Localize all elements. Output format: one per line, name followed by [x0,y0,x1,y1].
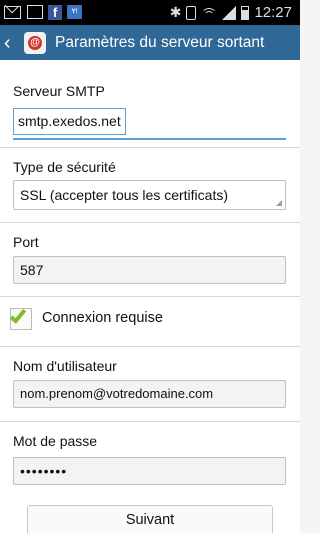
security-type-label: Type de sécurité [13,159,116,175]
username-label: Nom d'utilisateur [13,358,117,374]
signal-icon [222,5,237,20]
mail-icon [4,6,21,19]
divider [0,147,300,148]
security-type-value: SSL (accepter tous les certificats) [20,187,229,203]
at-sign-icon: @ [28,35,42,50]
next-button[interactable]: Suivant [27,505,273,533]
battery-icon [241,5,250,20]
bluetooth-icon: ✱ [169,4,182,20]
smtp-server-input[interactable]: smtp.exedos.net [13,108,126,135]
divider [0,296,300,297]
username-input[interactable]: nom.prenom@votredomaine.com [13,380,286,408]
image-icon [27,5,43,19]
wifi-icon [201,6,218,20]
auth-required-label: Connexion requise [42,310,163,326]
password-label: Mot de passe [13,433,98,449]
auth-required-row[interactable]: Connexion requise [0,306,300,334]
page-title: Paramètres du serveur sortant [55,33,265,51]
dropdown-arrow-icon [276,200,282,206]
smtp-focus-underline [13,138,286,140]
divider [0,222,300,223]
auth-required-checkbox[interactable] [9,306,32,330]
back-icon[interactable]: ‹ [4,33,20,53]
email-app-icon[interactable]: @ [24,31,46,54]
port-label: Port [13,234,39,250]
checkmark-icon [9,306,27,324]
divider [0,421,300,422]
action-bar: ‹ @ Paramètres du serveur sortant [0,25,300,60]
status-bar: f Y! ✱ 12:27 [0,0,300,25]
status-time: 12:27 [254,4,292,21]
password-input[interactable]: •••••••• [13,457,286,485]
nfc-icon [186,5,197,20]
outgoing-server-form: Serveur SMTP smtp.exedos.net Type de séc… [0,60,300,533]
yahoo-icon: Y! [67,5,82,19]
facebook-icon: f [48,5,62,20]
divider [0,346,300,347]
port-input[interactable]: 587 [13,256,286,284]
security-type-select[interactable]: SSL (accepter tous les certificats) [13,180,286,210]
smtp-server-label: Serveur SMTP [13,83,105,99]
